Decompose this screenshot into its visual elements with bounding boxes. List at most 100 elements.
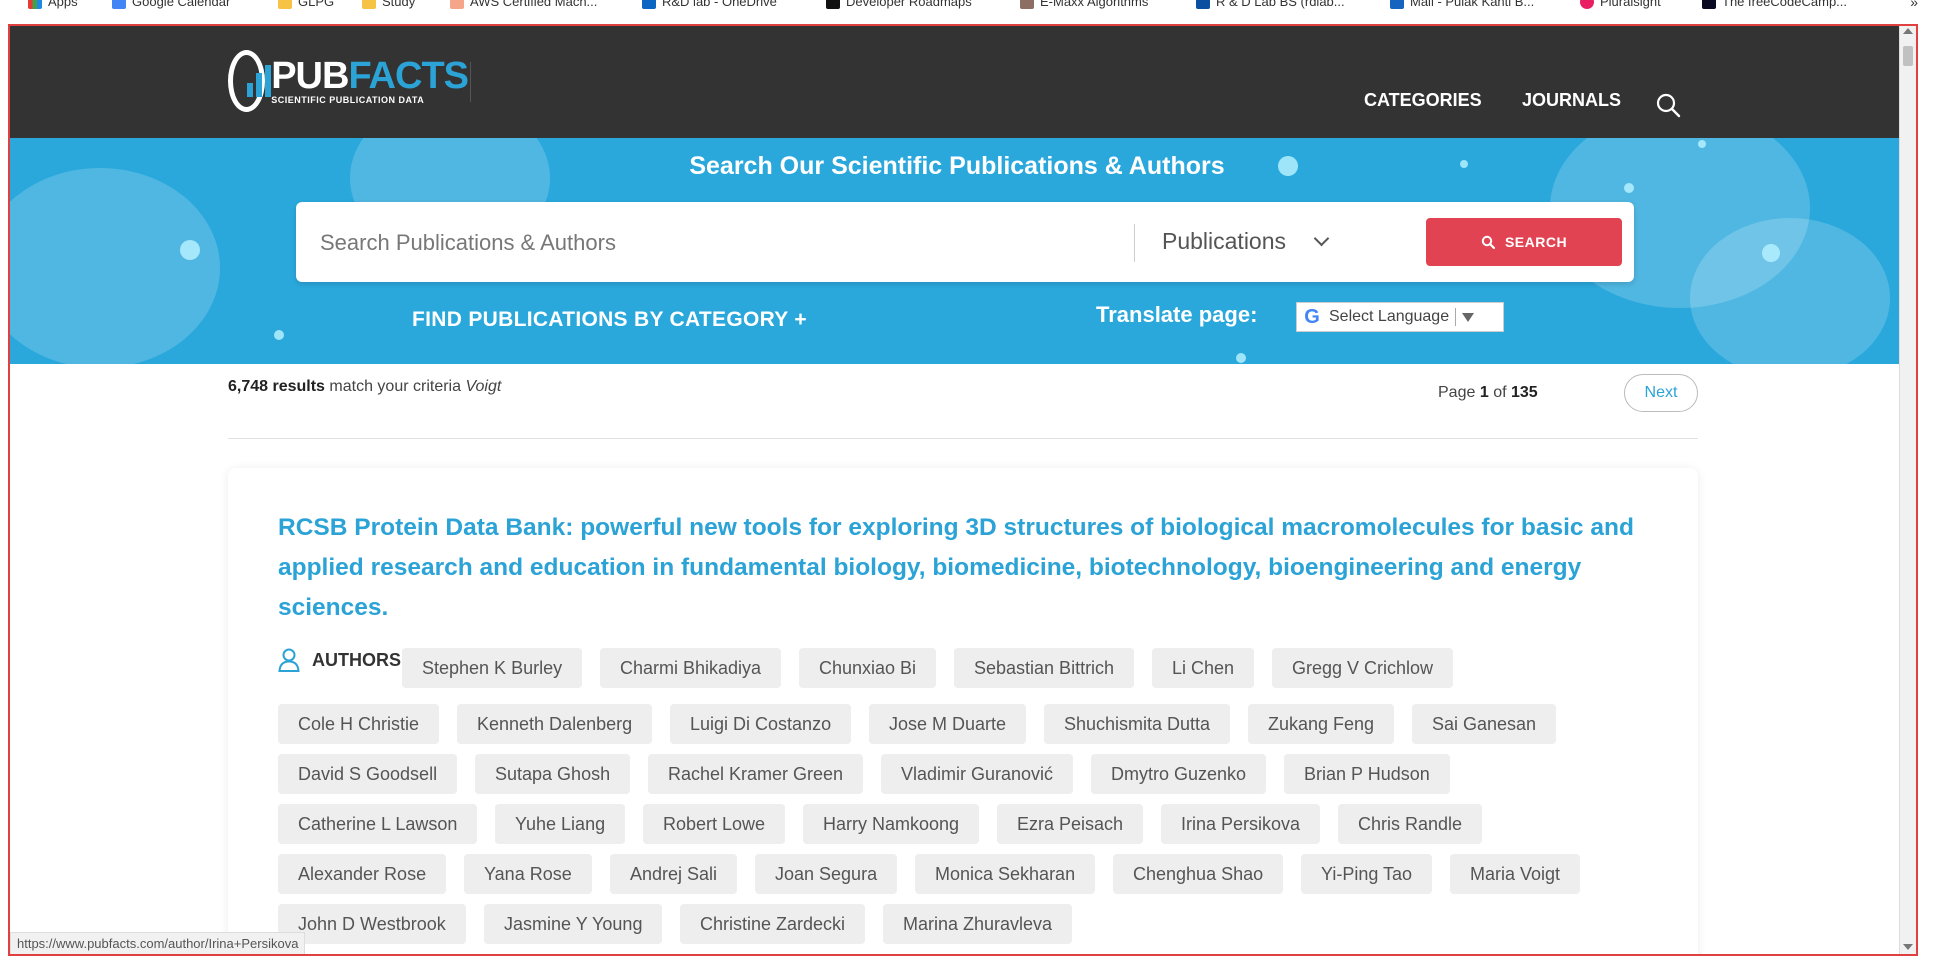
author-chip[interactable]: David S Goodsell	[278, 754, 458, 794]
author-chip[interactable]: Chris Randle	[1338, 804, 1483, 844]
apps-grid-icon	[28, 0, 42, 9]
author-chip[interactable]: Rachel Kramer Green	[648, 754, 864, 794]
logo-text-accent: FACTS	[348, 55, 469, 97]
nav-journals[interactable]: JOURNALS	[1522, 90, 1621, 111]
authors-heading: AUTHORS:	[278, 648, 407, 672]
site-header: PUBFACTS SCIENTIFIC PUBLICATION DATA CAT…	[10, 26, 1904, 138]
author-chip[interactable]: Chenghua Shao	[1113, 854, 1284, 894]
author-chip[interactable]: Yuhe Liang	[495, 804, 626, 844]
search-type-select[interactable]: Publications	[1162, 228, 1330, 255]
calendar-icon	[112, 0, 126, 9]
author-chip[interactable]: Sai Ganesan	[1412, 704, 1557, 744]
search-button-label: SEARCH	[1504, 234, 1568, 250]
find-by-category-link[interactable]: FIND PUBLICATIONS BY CATEGORY +	[412, 308, 807, 332]
mail-icon	[1390, 0, 1404, 9]
bookmarks-bar: Apps Google Calendar GLPG Study AWS Cert…	[0, 0, 1938, 12]
google-icon: G	[1304, 305, 1320, 328]
author-chip[interactable]: Maria Voigt	[1450, 854, 1581, 894]
folder-icon	[362, 0, 376, 9]
bookmark-pluralsight[interactable]: Pluralsight	[1580, 0, 1661, 9]
language-select[interactable]: G Select Language	[1296, 302, 1504, 332]
search-form: Publications SEARCH	[296, 202, 1634, 282]
search-input[interactable]	[318, 220, 1082, 266]
emaxx-icon	[1020, 0, 1034, 9]
logo-magnifier-icon	[228, 50, 271, 112]
logo-text-main: PUB	[271, 55, 349, 97]
author-chip[interactable]: Gregg V Crichlow	[1272, 648, 1454, 688]
author-chip[interactable]: Charmi Bhikadiya	[600, 648, 782, 688]
bookmark-apps[interactable]: Apps	[28, 0, 78, 9]
bookmark-study[interactable]: Study	[362, 0, 415, 9]
author-chip[interactable]: Harry Namkoong	[803, 804, 980, 844]
author-chip[interactable]: Brian P Hudson	[1284, 754, 1450, 794]
author-chip[interactable]: Alexander Rose	[278, 854, 447, 894]
pluralsight-icon	[1580, 0, 1594, 9]
author-chip[interactable]: Sutapa Ghosh	[475, 754, 631, 794]
search-icon[interactable]	[1655, 92, 1681, 118]
author-chip[interactable]: Christine Zardecki	[680, 904, 866, 944]
scroll-up-icon[interactable]	[1903, 28, 1913, 34]
vertical-scrollbar[interactable]	[1899, 26, 1916, 954]
author-chip[interactable]: Luigi Di Costanzo	[670, 704, 852, 744]
freecodecamp-icon	[1702, 0, 1716, 9]
translate-label: Translate page:	[1096, 302, 1258, 327]
author-chip[interactable]: John D Westbrook	[278, 904, 466, 944]
user-icon	[278, 648, 300, 672]
page-viewport: PUBFACTS SCIENTIFIC PUBLICATION DATA CAT…	[10, 26, 1904, 954]
author-chip[interactable]: Jose M Duarte	[869, 704, 1027, 744]
author-chip[interactable]: Kenneth Dalenberg	[457, 704, 653, 744]
search-button[interactable]: SEARCH	[1426, 218, 1622, 266]
pubfacts-logo[interactable]: PUBFACTS SCIENTIFIC PUBLICATION DATA	[228, 44, 469, 118]
publication-title[interactable]: RCSB Protein Data Bank: powerful new too…	[278, 508, 1658, 628]
author-chip[interactable]: Shuchismita Dutta	[1044, 704, 1231, 744]
bookmark-onedrive[interactable]: R&D lab - OneDrive	[642, 0, 777, 9]
author-chip[interactable]: Vladimir Guranović	[881, 754, 1074, 794]
folder-icon	[278, 0, 292, 9]
chevron-down-icon	[1313, 230, 1330, 247]
onedrive-icon	[642, 0, 656, 9]
author-chip[interactable]: Irina Persikova	[1161, 804, 1321, 844]
bookmark-aws[interactable]: AWS Certified Mach...	[450, 0, 597, 9]
author-chip[interactable]: Ezra Peisach	[997, 804, 1144, 844]
author-chip[interactable]: Marina Zhuravleva	[883, 904, 1073, 944]
author-chip[interactable]: Jasmine Y Young	[484, 904, 663, 944]
author-chip[interactable]: Cole H Christie	[278, 704, 440, 744]
bookmark-mail[interactable]: Mail - Pulak Kanti B...	[1390, 0, 1534, 9]
results-query: Voigt	[465, 378, 502, 395]
results-count: 6,748 results	[228, 378, 325, 395]
bookmarks-overflow-button[interactable]: »	[1910, 0, 1918, 10]
results-divider	[228, 438, 1698, 439]
author-chip[interactable]: Zukang Feng	[1248, 704, 1395, 744]
results-summary: 6,748 results match your criteria Voigt	[228, 378, 501, 396]
next-page-button[interactable]: Next	[1624, 374, 1698, 412]
search-icon	[1481, 235, 1495, 249]
author-chip[interactable]: Robert Lowe	[643, 804, 786, 844]
author-chip[interactable]: Sebastian Bittrich	[954, 648, 1135, 688]
results-text: match your criteria	[329, 378, 461, 395]
scrollbar-thumb[interactable]	[1903, 46, 1913, 66]
dropdown-arrow-icon	[1462, 312, 1475, 322]
bookmark-freecodecamp[interactable]: The freeCodeCamp...	[1702, 0, 1847, 9]
bookmark-rdlab[interactable]: R & D Lab BS (rdlab...	[1196, 0, 1345, 9]
bookmark-google-calendar[interactable]: Google Calendar	[112, 0, 230, 9]
author-chip[interactable]: Yi-Ping Tao	[1301, 854, 1433, 894]
author-chip[interactable]: Catherine L Lawson	[278, 804, 478, 844]
browser-viewport-frame: PUBFACTS SCIENTIFIC PUBLICATION DATA CAT…	[8, 24, 1918, 956]
author-chip[interactable]: Dmytro Guzenko	[1091, 754, 1267, 794]
author-chip[interactable]: Andrej Sali	[610, 854, 738, 894]
page-total: 135	[1510, 384, 1538, 401]
hero-search-section: Search Our Scientific Publications & Aut…	[10, 138, 1904, 364]
bookmark-emaxx[interactable]: E-Maxx Algorithms	[1020, 0, 1148, 9]
author-chip[interactable]: Joan Segura	[755, 854, 898, 894]
bookmark-glpg[interactable]: GLPG	[278, 0, 334, 9]
author-chip[interactable]: Chunxiao Bi	[799, 648, 937, 688]
bookmark-roadmaps[interactable]: Developer Roadmaps	[826, 0, 972, 9]
authors-label: AUTHORS:	[312, 649, 407, 670]
author-chip[interactable]: Monica Sekharan	[915, 854, 1096, 894]
language-select-value: Select Language	[1329, 308, 1450, 325]
author-chip[interactable]: Stephen K Burley	[402, 648, 583, 688]
scroll-down-icon[interactable]	[1903, 944, 1913, 950]
author-chip[interactable]: Li Chen	[1152, 648, 1255, 688]
author-chip[interactable]: Yana Rose	[464, 854, 592, 894]
nav-categories[interactable]: CATEGORIES	[1364, 90, 1482, 111]
